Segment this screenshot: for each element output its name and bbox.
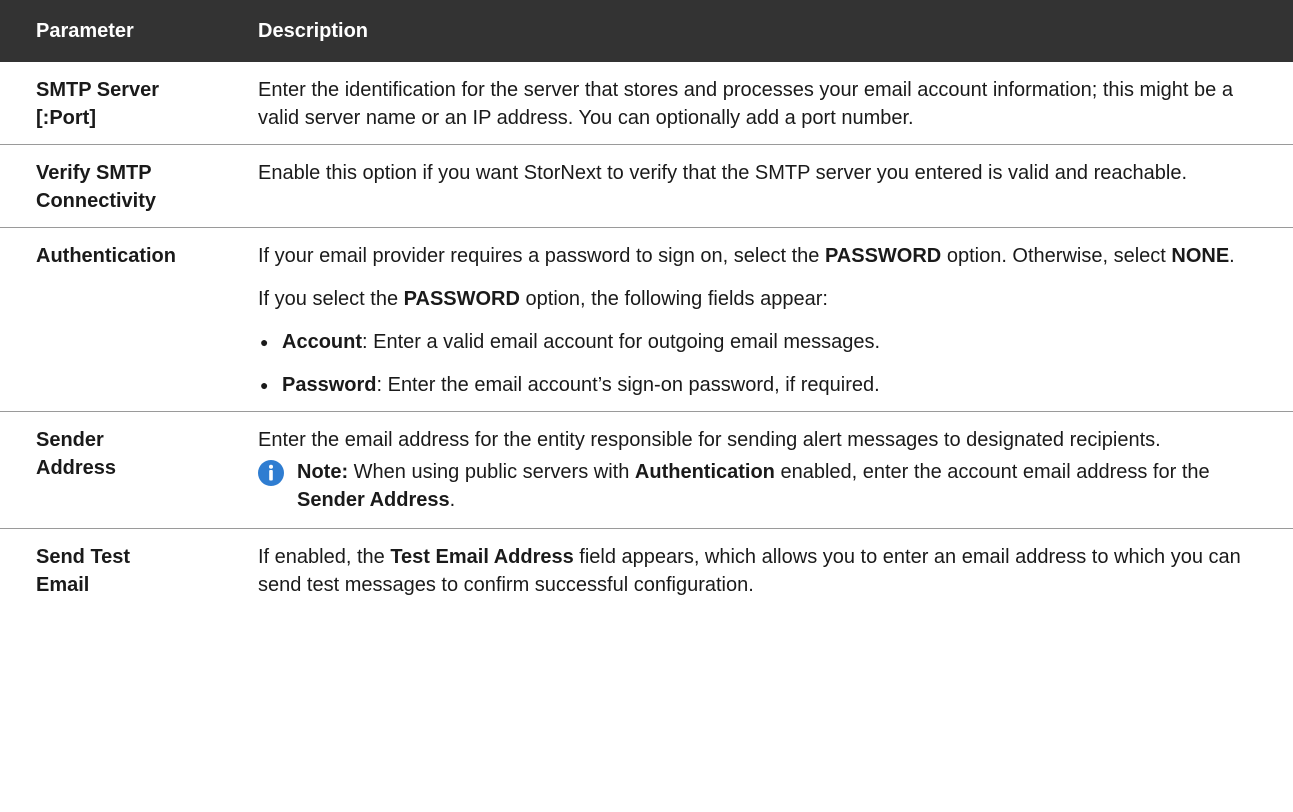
text-run: : Enter a valid email account for outgoi…	[362, 331, 881, 353]
table-row: Sender Address Enter the email address f…	[0, 411, 1293, 529]
keyword: Test Email Address	[390, 546, 574, 568]
note-callout: Note: When using public servers with Aut…	[258, 458, 1257, 514]
bullet-icon: ●	[260, 377, 269, 393]
column-header-description: Description	[250, 0, 1293, 62]
keyword: Password	[282, 374, 377, 396]
text-run: .	[1229, 245, 1235, 267]
text-run: .	[449, 489, 456, 511]
parameter-table: Parameter Description SMTP Server [:Port…	[0, 0, 1293, 611]
table-row: SMTP Server [:Port] Enter the identifica…	[0, 62, 1293, 145]
parameter-name: SMTP Server [:Port]	[0, 62, 250, 145]
description-text: Enable this option if you want StorNext …	[258, 162, 1188, 184]
text-run: enabled, enter the account email address…	[774, 461, 1210, 483]
parameter-name-line: Authentication	[36, 245, 176, 267]
parameter-name-line: Send Test	[36, 546, 131, 568]
bullet-icon: ●	[260, 334, 269, 350]
parameter-name-line: Verify SMTP	[36, 162, 152, 184]
note-text: Note: When using public servers with Aut…	[297, 458, 1257, 514]
table-row: Send Test Email If enabled, the Test Ema…	[0, 529, 1293, 612]
parameter-name: Verify SMTP Connectivity	[0, 144, 250, 228]
list-item: ● Account: Enter a valid email account f…	[258, 328, 1257, 356]
table-row: Verify SMTP Connectivity Enable this opt…	[0, 144, 1293, 228]
text-run: If your email provider requires a passwo…	[258, 245, 825, 267]
description-text: Enter the email address for the entity r…	[258, 429, 1161, 451]
parameter-description: Enter the email address for the entity r…	[250, 411, 1293, 529]
parameter-name: Authentication	[0, 227, 250, 412]
parameter-description: If your email provider requires a passwo…	[250, 227, 1293, 412]
keyword: Authentication	[634, 461, 775, 483]
table-row: Authentication If your email provider re…	[0, 227, 1293, 412]
text-run: If enabled, the	[258, 546, 391, 568]
keyword: NONE	[1171, 245, 1230, 267]
parameter-name-line: SMTP Server	[36, 79, 160, 101]
parameter-name: Send Test Email	[0, 529, 250, 612]
info-icon	[258, 460, 284, 486]
text-run: If you select the	[258, 288, 404, 310]
parameter-name-line: Sender	[36, 429, 104, 451]
list-item: ● Password: Enter the email account’s si…	[258, 371, 1257, 399]
text-run: option. Otherwise, select	[941, 245, 1172, 267]
parameter-name: Sender Address	[0, 411, 250, 529]
parameter-name-line: [:Port]	[36, 107, 96, 129]
keyword: PASSWORD	[403, 288, 520, 310]
text-run: option, the following fields appear:	[519, 288, 828, 310]
list-item-text: Password: Enter the email account’s sign…	[282, 371, 880, 399]
text-run: : Enter the email account’s sign-on pass…	[376, 374, 880, 396]
note-label: Note:	[297, 461, 349, 483]
list-item-text: Account: Enter a valid email account for…	[282, 328, 880, 356]
description-text: If your email provider requires a passwo…	[258, 242, 1257, 270]
table-header-row: Parameter Description	[0, 0, 1293, 62]
parameter-description: If enabled, the Test Email Address field…	[250, 529, 1293, 612]
parameter-name-line: Connectivity	[36, 190, 157, 212]
keyword: Account	[282, 331, 362, 353]
description-text: If enabled, the Test Email Address field…	[258, 543, 1257, 599]
parameter-name-line: Email	[36, 574, 90, 596]
column-header-parameter: Parameter	[0, 0, 250, 62]
parameter-description: Enable this option if you want StorNext …	[250, 144, 1293, 228]
description-text: If you select the PASSWORD option, the f…	[258, 285, 1257, 313]
keyword: PASSWORD	[824, 245, 942, 267]
keyword: Sender Address	[297, 489, 450, 511]
parameter-name-line: Address	[36, 457, 117, 479]
text-run: When using public servers with	[348, 461, 635, 483]
parameter-description: Enter the identification for the server …	[250, 62, 1293, 145]
description-text: Enter the identification for the server …	[258, 79, 1233, 129]
